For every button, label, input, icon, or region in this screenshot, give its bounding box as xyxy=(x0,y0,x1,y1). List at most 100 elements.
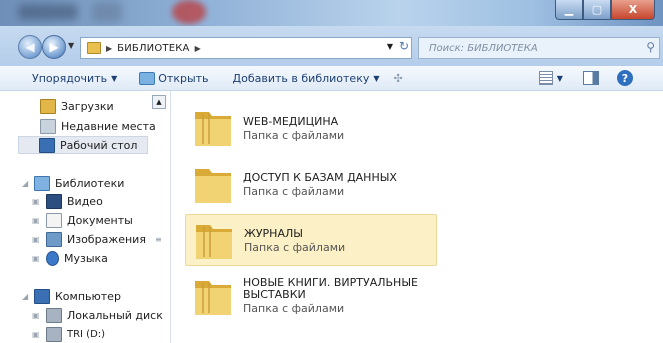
address-row: ◀ ▶ ▼ ▶ БИБЛИОТЕКА ▶ ▼ ↻ Поиск: БИБЛИОТЕ… xyxy=(0,26,663,66)
organize-label: Упорядочить xyxy=(32,71,108,85)
window-controls: ▁ ▢ X xyxy=(555,0,655,20)
nav-label: Загрузки xyxy=(61,99,114,113)
search-icon[interactable]: ⚲ xyxy=(646,40,655,54)
nav-item-local-disk[interactable]: Локальный диск xyxy=(46,306,163,324)
navigation-pane: Загрузки Недавние места Рабочий стол ▲ ≡… xyxy=(0,91,171,343)
nav-item-drive-d[interactable]: TRI (D:) xyxy=(46,325,105,343)
minimize-button[interactable]: ▁ xyxy=(555,0,583,20)
nav-label: Документы xyxy=(67,213,133,227)
drive-icon xyxy=(46,326,62,342)
nav-item-video[interactable]: Видео xyxy=(46,192,103,210)
command-bar: Упорядочить ▼ Открыть Добавить в библиот… xyxy=(0,66,663,91)
expand-toggle[interactable]: ▣ xyxy=(32,254,40,263)
nav-item-computer[interactable]: Компьютер xyxy=(34,287,121,305)
address-dropdown[interactable]: ▼ xyxy=(387,42,393,51)
folder-item[interactable]: НОВЫЕ КНИГИ. ВИРТУАЛЬНЫЕ ВЫСТАВКИ Папка … xyxy=(185,271,435,327)
chevron-right-icon[interactable]: ▶ xyxy=(195,44,201,53)
breadcrumb-library[interactable]: БИБЛИОТЕКА xyxy=(117,43,189,54)
nav-item-desktop[interactable]: Рабочий стол xyxy=(18,136,148,154)
refresh-icon[interactable]: ↻ xyxy=(399,39,409,53)
nav-label: Компьютер xyxy=(55,289,121,303)
change-view-button[interactable]: ▼ xyxy=(538,71,563,85)
title-blur xyxy=(18,4,78,20)
scroll-up-button[interactable]: ▲ xyxy=(152,95,166,109)
title-blur xyxy=(172,0,206,24)
address-bar[interactable]: ▶ БИБЛИОТЕКА ▶ ▼ ↻ xyxy=(80,37,412,59)
expand-toggle[interactable]: ▣ xyxy=(32,330,40,339)
preview-pane-button[interactable] xyxy=(582,71,599,85)
expand-toggle[interactable]: ▣ xyxy=(32,311,40,320)
nav-item-recent-places[interactable]: Недавние места xyxy=(40,117,156,135)
nav-label: Недавние места xyxy=(61,119,156,133)
chevron-down-icon: ▼ xyxy=(556,73,563,83)
nav-label: Рабочий стол xyxy=(60,138,138,152)
folder-icon xyxy=(195,169,231,203)
more-options-icon[interactable]: ✣ xyxy=(394,72,403,85)
title-blur xyxy=(92,2,122,22)
nav-label: TRI (D:) xyxy=(67,328,106,340)
close-button[interactable]: X xyxy=(611,0,655,20)
folder-item[interactable]: ДОСТУП К БАЗАМ ДАННЫХ Папка с файлами xyxy=(185,159,435,209)
help-icon: ? xyxy=(616,70,633,86)
folder-type: Папка с файлами xyxy=(243,302,345,315)
add-to-library-label: Добавить в библиотеку xyxy=(232,71,370,85)
computer-icon xyxy=(34,288,50,304)
help-button[interactable]: ? xyxy=(616,70,633,86)
hard-drive-icon xyxy=(46,307,62,323)
expand-toggle[interactable]: ◢ xyxy=(22,292,28,301)
folder-type: Папка с файлами xyxy=(244,241,346,254)
view-icon xyxy=(538,71,553,85)
open-label: Открыть xyxy=(158,71,209,85)
folder-name-line2: ВЫСТАВКИ xyxy=(243,288,306,301)
file-list: WEB-МЕДИЦИНА Папка с файлами ДОСТУП К БА… xyxy=(171,91,663,343)
preview-pane-icon xyxy=(582,71,599,85)
expand-toggle[interactable]: ▣ xyxy=(32,235,40,244)
nav-label: Локальный диск xyxy=(67,308,163,322)
documents-icon xyxy=(46,212,62,228)
nav-scrollbar[interactable]: ▲ ≡ xyxy=(152,95,166,255)
folder-name: ЖУРНАЛЫ xyxy=(244,227,303,240)
open-button[interactable]: Открыть xyxy=(139,71,209,85)
recent-pages-dropdown[interactable]: ▼ xyxy=(68,41,74,50)
scroll-grip[interactable]: ≡ xyxy=(155,235,163,244)
nav-item-downloads[interactable]: Загрузки xyxy=(40,97,114,115)
nav-label: Видео xyxy=(67,194,103,208)
chevron-down-icon: ▼ xyxy=(111,73,118,83)
folder-name: WEB-МЕДИЦИНА xyxy=(243,115,339,128)
expand-toggle[interactable]: ▣ xyxy=(32,216,40,225)
organize-button[interactable]: Упорядочить ▼ xyxy=(32,72,117,85)
music-icon xyxy=(46,250,59,266)
folder-item-selected[interactable]: ЖУРНАЛЫ Папка с файлами xyxy=(185,214,437,266)
nav-item-music[interactable]: Музыка xyxy=(46,249,108,267)
search-input[interactable]: Поиск: БИБЛИОТЕКА xyxy=(429,43,538,54)
back-button[interactable]: ◀ xyxy=(18,35,42,59)
libraries-icon xyxy=(34,175,50,191)
folder-name: ДОСТУП К БАЗАМ ДАННЫХ xyxy=(243,171,397,184)
nav-label: Библиотеки xyxy=(55,176,125,190)
images-icon xyxy=(46,231,62,247)
nav-label: Музыка xyxy=(64,251,108,265)
nav-item-images[interactable]: Изображения xyxy=(46,230,146,248)
search-box[interactable]: Поиск: БИБЛИОТЕКА ⚲ xyxy=(418,37,660,59)
open-icon xyxy=(139,71,156,85)
forward-button[interactable]: ▶ xyxy=(42,35,66,59)
downloads-icon xyxy=(40,98,56,114)
chevron-right-icon[interactable]: ▶ xyxy=(106,44,112,53)
nav-item-documents[interactable]: Документы xyxy=(46,211,133,229)
folder-type: Папка с файлами xyxy=(243,129,345,142)
folder-type: Папка с файлами xyxy=(243,185,345,198)
folder-icon xyxy=(87,42,101,54)
folder-icon xyxy=(196,225,232,259)
recent-places-icon xyxy=(40,118,56,134)
nav-label: Изображения xyxy=(67,232,146,246)
video-icon xyxy=(46,193,62,209)
expand-toggle[interactable]: ◢ xyxy=(22,179,28,188)
nav-item-libraries[interactable]: Библиотеки xyxy=(34,174,124,192)
chevron-down-icon: ▼ xyxy=(373,73,380,83)
folder-item[interactable]: WEB-МЕДИЦИНА Папка с файлами xyxy=(185,102,435,152)
maximize-button[interactable]: ▢ xyxy=(583,0,611,20)
folder-icon xyxy=(195,112,231,146)
expand-toggle[interactable]: ▣ xyxy=(32,197,40,206)
title-bar: ▁ ▢ X xyxy=(0,0,663,26)
add-to-library-button[interactable]: Добавить в библиотеку ▼ xyxy=(233,72,380,85)
